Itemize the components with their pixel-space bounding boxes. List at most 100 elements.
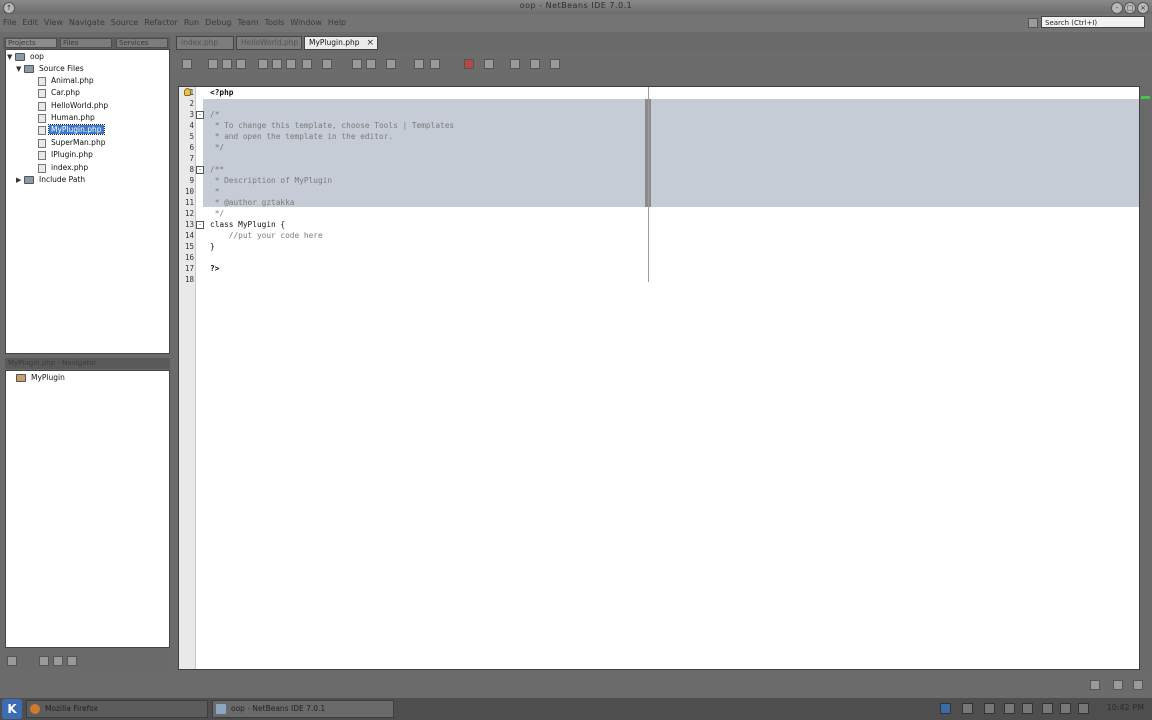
menu-team[interactable]: Team <box>234 14 261 31</box>
menu-help[interactable]: Help <box>325 14 349 31</box>
forward-icon[interactable] <box>236 59 246 69</box>
fold-toggle-icon[interactable]: - <box>196 166 204 174</box>
close-tab-icon[interactable]: × <box>366 37 374 49</box>
fold-toggle-icon[interactable]: - <box>196 111 204 119</box>
tree-file-item[interactable]: Animal.php <box>38 75 96 87</box>
find-next-icon[interactable] <box>272 59 282 69</box>
tab-projects[interactable]: Projects <box>5 38 57 48</box>
task-label: oop - NetBeans IDE 7.0.1 <box>231 704 326 713</box>
menu-tools[interactable]: Tools <box>262 14 288 31</box>
expand-arrow-icon[interactable]: ▶ <box>16 174 24 186</box>
tray-expand-icon[interactable] <box>1078 703 1089 714</box>
filter-icon[interactable] <box>7 656 17 666</box>
history-icon[interactable] <box>208 59 218 69</box>
menu-window[interactable]: Window <box>287 14 325 31</box>
menu-refactor[interactable]: Refactor <box>141 14 181 31</box>
code-line: * and open the template in the editor. <box>210 132 394 141</box>
collapse-arrow-icon[interactable]: ▼ <box>7 51 15 63</box>
shift-right-icon[interactable] <box>430 59 440 69</box>
clock[interactable]: 10:42 PM <box>1107 703 1144 712</box>
taskbar-firefox[interactable]: Mozilla Firefox <box>26 700 208 718</box>
menu-debug[interactable]: Debug <box>202 14 234 31</box>
tree-source-files-node[interactable]: ▼ Source Files <box>16 63 86 75</box>
bluetooth-icon[interactable] <box>1022 703 1033 714</box>
php-file-icon <box>38 138 46 148</box>
code-editor[interactable]: 1 2 3 4 5 6 7 8 9 10 11 12 13 14 15 16 1… <box>178 86 1140 670</box>
code-line: class MyPlugin { <box>210 220 286 229</box>
start-macro-recording-icon[interactable] <box>464 59 474 69</box>
menu-run[interactable]: Run <box>181 14 202 31</box>
menu-navigate[interactable]: Navigate <box>66 14 108 31</box>
back-icon[interactable] <box>222 59 232 69</box>
tree-file-item[interactable]: Human.php <box>38 112 97 124</box>
tab-files[interactable]: Files <box>60 38 112 48</box>
tree-file-item[interactable]: IPlugin.php <box>38 149 95 161</box>
ok-status-mark-icon <box>1141 96 1150 99</box>
previous-bookmark-icon[interactable] <box>352 59 362 69</box>
search-input[interactable]: Search (Ctrl+I) <box>1041 16 1145 28</box>
comment-icon[interactable] <box>510 59 520 69</box>
next-bookmark-icon[interactable] <box>366 59 376 69</box>
line-number: 13 <box>184 220 194 229</box>
menu-file[interactable]: File <box>0 14 19 31</box>
network-icon[interactable] <box>1004 703 1015 714</box>
close-icon[interactable]: × <box>1137 2 1149 14</box>
find-selection-icon[interactable] <box>286 59 296 69</box>
sort-icon[interactable] <box>67 656 77 666</box>
desktop-icon[interactable] <box>940 703 951 714</box>
tree-file-item[interactable]: index.php <box>38 162 90 174</box>
toggle-bookmark-icon[interactable] <box>386 59 396 69</box>
collapse-arrow-icon[interactable]: ▼ <box>16 63 24 75</box>
uncomment-icon[interactable] <box>530 59 540 69</box>
code-line: * Description of MyPlugin <box>210 176 333 185</box>
notification-icon[interactable] <box>1090 680 1100 690</box>
tab-myplugin-php[interactable]: MyPlugin.php × <box>304 36 378 50</box>
menu-view[interactable]: View <box>41 14 66 31</box>
maximize-icon[interactable]: □ <box>1124 2 1136 14</box>
code-line: /** <box>210 165 225 174</box>
text-selection <box>203 99 1139 207</box>
shift-left-icon[interactable] <box>414 59 424 69</box>
tree-file-item[interactable]: SuperMan.php <box>38 137 107 149</box>
filter-fields-icon[interactable] <box>39 656 49 666</box>
caret-position-icon <box>1113 680 1123 690</box>
php-file-icon <box>38 125 46 135</box>
tab-index-php[interactable]: index.php <box>176 36 234 50</box>
taskbar-netbeans[interactable]: oop - NetBeans IDE 7.0.1 <box>212 700 394 718</box>
volume-icon[interactable] <box>1042 703 1053 714</box>
tab-services[interactable]: Services <box>116 38 168 48</box>
fold-toggle-icon[interactable]: - <box>196 221 204 229</box>
tree-file-item[interactable]: Car.php <box>38 87 82 99</box>
clipboard-icon[interactable] <box>962 703 973 714</box>
navigator-item[interactable]: MyPlugin <box>16 372 67 384</box>
toggle-rectangular-selection-icon[interactable] <box>322 59 332 69</box>
search-icon[interactable] <box>1028 18 1038 28</box>
wifi-icon[interactable] <box>1060 703 1071 714</box>
format-icon[interactable] <box>550 59 560 69</box>
tree-file-item[interactable]: HelloWorld.php <box>38 100 110 112</box>
status-bar <box>0 674 1152 696</box>
stop-macro-recording-icon[interactable] <box>484 59 494 69</box>
tree-project-node[interactable]: ▼ oop <box>7 51 46 63</box>
filter-static-icon[interactable] <box>53 656 63 666</box>
tree-file-item-selected[interactable]: MyPlugin.php <box>38 124 105 136</box>
source-view-icon[interactable] <box>182 59 192 69</box>
minimize-icon[interactable]: - <box>1111 2 1123 14</box>
menu-source[interactable]: Source <box>108 14 141 31</box>
code-line: */ <box>210 143 225 152</box>
folder-icon <box>24 65 34 73</box>
toggle-highlight-icon[interactable] <box>302 59 312 69</box>
code-line: ?> <box>210 264 220 273</box>
code-line: */ <box>210 209 225 218</box>
error-stripe[interactable] <box>1140 86 1152 670</box>
mail-icon[interactable] <box>984 703 995 714</box>
find-previous-icon[interactable] <box>258 59 268 69</box>
line-number: 7 <box>189 154 194 163</box>
line-number: 16 <box>184 253 194 262</box>
menu-edit[interactable]: Edit <box>19 14 41 31</box>
tab-helloworld-php[interactable]: HelloWorld.php <box>236 36 302 50</box>
start-menu-button[interactable]: K <box>2 699 22 719</box>
window-title-bar[interactable]: ↑ oop - NetBeans IDE 7.0.1 - □ × <box>0 0 1152 14</box>
tree-include-path-node[interactable]: ▶ Include Path <box>16 174 87 186</box>
firefox-icon <box>30 704 40 714</box>
